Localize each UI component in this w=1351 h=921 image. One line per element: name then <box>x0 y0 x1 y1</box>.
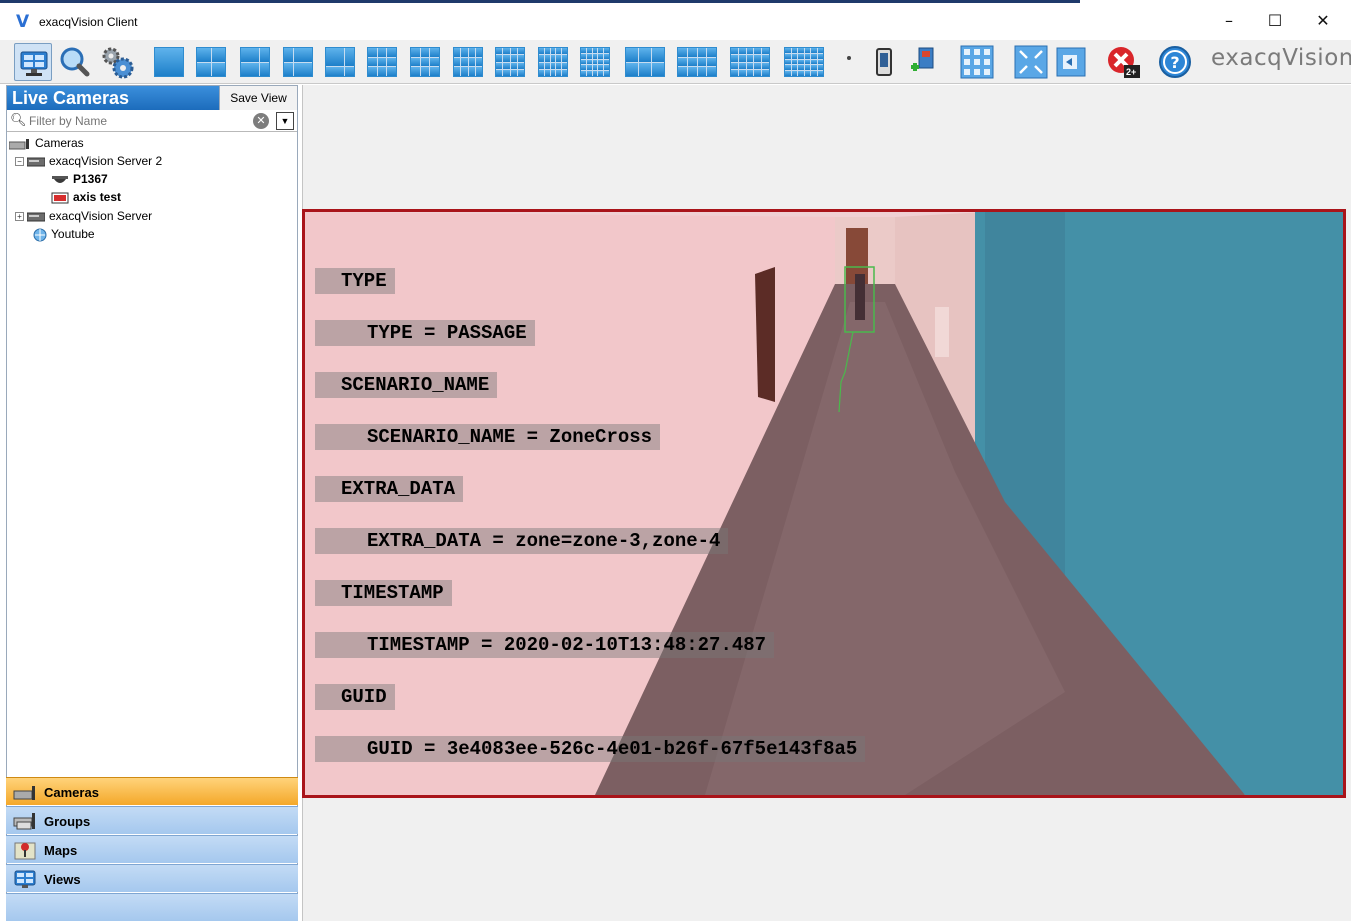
overlay-line: GUID <box>315 684 395 710</box>
expand-icon[interactable]: + <box>15 212 24 222</box>
brand-logo: exacqVision <box>1211 45 1351 71</box>
layout-4x5-button[interactable] <box>536 45 570 79</box>
window-title: exacqVision Client <box>39 15 138 29</box>
close-button[interactable]: ✕ <box>1300 6 1346 36</box>
nav-views[interactable]: Views <box>6 864 298 892</box>
layout-1plus7-button[interactable] <box>281 45 315 79</box>
nav-cameras[interactable]: Cameras <box>6 777 298 805</box>
tree-label: Cameras <box>35 136 84 150</box>
camera-tile-selected[interactable]: TYPE TYPE = PASSAGE SCENARIO_NAME SCENAR… <box>302 209 1346 798</box>
live-view-icon[interactable] <box>14 43 52 81</box>
tree-label: exacqVision Server <box>49 209 153 223</box>
tree-item-youtube[interactable]: Youtube <box>33 225 95 243</box>
layout-5x6-button[interactable] <box>782 45 826 79</box>
tree-item-axis-test[interactable]: axis test <box>51 188 121 206</box>
overlay-line: GUID = 3e4083ee-526c-4e01-b26f-67f5e143f… <box>315 736 866 762</box>
cameras-icon <box>13 786 35 800</box>
overlay-line: EXTRA_DATA = zone=zone-3,zone-4 <box>315 528 729 554</box>
tree-item-server2[interactable]: − exacqVision Server 2 <box>15 152 162 170</box>
config-gear-icon[interactable] <box>98 43 136 81</box>
layout-2plus8-button[interactable] <box>408 45 442 79</box>
layout-2x3-button[interactable] <box>623 45 667 79</box>
cameras-folder-icon <box>9 138 29 150</box>
layout-3x3-button[interactable] <box>365 45 399 79</box>
overlay-line: TYPE <box>315 268 395 294</box>
nav-groups[interactable]: Groups <box>6 806 298 834</box>
layout-3x4-button[interactable] <box>675 45 719 79</box>
overlay-line: TIMESTAMP = 2020-02-10T13:48:27.487 <box>315 632 775 658</box>
svg-text:?: ? <box>1170 53 1179 72</box>
main-toolbar: 2+ ? exacqVision <box>0 40 1351 84</box>
nav-views-label: Views <box>44 872 81 887</box>
alarm-icon[interactable]: 2+ <box>1104 43 1142 81</box>
tree-item-cameras[interactable]: Cameras <box>9 134 84 152</box>
filter-input[interactable] <box>29 112 249 130</box>
nav-maps-label: Maps <box>44 843 78 858</box>
tree-label: Youtube <box>51 227 95 241</box>
map-pin-icon <box>14 842 36 860</box>
layout-5x5-button[interactable] <box>578 45 612 79</box>
overlay-line: SCENARIO_NAME <box>315 372 498 398</box>
nav-footer <box>6 893 298 921</box>
server-icon <box>27 212 45 222</box>
tree-label: axis test <box>73 190 122 204</box>
camera-error-icon <box>51 192 69 204</box>
groups-icon <box>13 813 35 830</box>
overlay-line: EXTRA_DATA <box>315 476 464 502</box>
maximize-button[interactable]: ☐ <box>1252 6 1298 36</box>
tree-label: P1367 <box>73 172 108 186</box>
dome-camera-icon <box>52 175 68 183</box>
collapse-icon[interactable]: − <box>15 157 24 167</box>
add-camera-icon[interactable] <box>904 43 942 81</box>
overlay-line: TYPE = PASSAGE <box>315 320 535 346</box>
panel-header: Live Cameras Save View <box>7 86 297 110</box>
layout-2x2-button[interactable] <box>194 45 228 79</box>
clear-filter-icon[interactable]: ✕ <box>253 113 269 129</box>
exit-icon[interactable] <box>1052 43 1090 81</box>
layout-1plus9-button[interactable] <box>451 45 485 79</box>
nav-cameras-label: Cameras <box>44 785 99 800</box>
nav-maps[interactable]: Maps <box>6 835 298 863</box>
tree-item-p1367[interactable]: P1367 <box>51 170 108 188</box>
layout-1plus12-button[interactable] <box>323 45 357 79</box>
tree-item-server[interactable]: + exacqVision Server <box>15 207 152 225</box>
panel-title: Live Cameras <box>12 88 130 108</box>
camera-video-feed <box>305 212 1343 795</box>
minimize-button[interactable]: – <box>1206 6 1252 36</box>
filter-search-icon: 🔍︎ <box>10 113 27 128</box>
title-bar: V exacqVision Client – ☐ ✕ <box>0 0 1351 40</box>
layout-1plus5-button[interactable] <box>238 45 272 79</box>
overlay-line: TIMESTAMP <box>315 580 452 606</box>
layout-1x1-button[interactable] <box>152 45 186 79</box>
tree-label: exacqVision Server 2 <box>49 154 163 168</box>
title-bar-accent <box>0 0 1080 3</box>
nav-groups-label: Groups <box>44 814 91 829</box>
grid-panel-icon[interactable] <box>958 43 996 81</box>
server-icon <box>27 157 45 167</box>
alarm-count: 2+ <box>1126 67 1137 77</box>
filter-row: 🔍︎ ✕ ▼ <box>7 110 297 132</box>
overlay-line: SCENARIO_NAME = ZoneCross <box>315 424 661 450</box>
save-view-button[interactable]: Save View <box>219 86 297 110</box>
app-logo-icon: V <box>16 12 30 32</box>
layout-4x4-button[interactable] <box>493 45 527 79</box>
views-icon <box>14 870 36 888</box>
filter-dropdown-button[interactable]: ▼ <box>276 112 294 130</box>
globe-icon <box>33 228 47 242</box>
layout-4x6-button[interactable] <box>728 45 772 79</box>
phone-icon[interactable] <box>866 43 904 81</box>
more-layouts-icon[interactable] <box>847 56 851 60</box>
fullscreen-icon[interactable] <box>1012 43 1050 81</box>
search-icon[interactable] <box>56 43 94 81</box>
help-icon[interactable]: ? <box>1156 43 1194 81</box>
